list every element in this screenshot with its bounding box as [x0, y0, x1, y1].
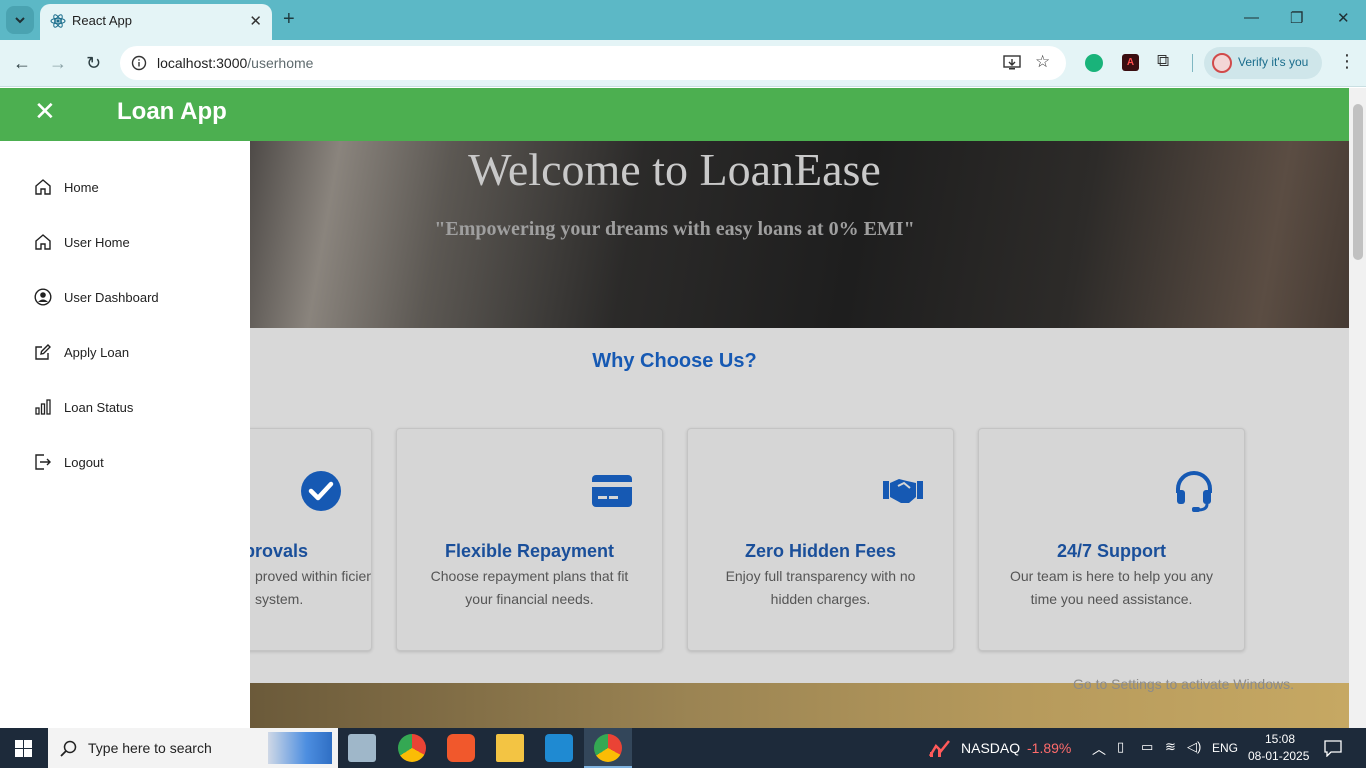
card-title: Zero Hidden Fees	[744, 541, 897, 561]
tab-react-app[interactable]: React App ✕	[40, 4, 272, 40]
sidebar: Home User Home User Dashboard Apply Loan…	[0, 141, 250, 728]
search-placeholder: Type here to search	[88, 740, 212, 756]
handshake-icon	[883, 479, 923, 503]
stock-name: NASDAQ	[961, 740, 1021, 756]
taskbar-brave-icon[interactable]	[447, 734, 475, 762]
notification-icon[interactable]	[1324, 740, 1342, 757]
volume-icon[interactable]: ◁)	[1187, 739, 1201, 755]
card-description: proved within ficient system.	[255, 568, 372, 607]
taskbar-active-app[interactable]	[584, 728, 632, 768]
new-tab-icon[interactable]: +	[283, 8, 295, 31]
hero-title: Welcome to LoanEase	[468, 144, 881, 195]
tray-chevron-up-icon[interactable]: ︿	[1092, 739, 1106, 759]
site-info-icon[interactable]	[131, 55, 147, 71]
taskbar-chrome-profile-icon	[594, 734, 622, 762]
check-circle-icon	[301, 471, 341, 511]
headset-icon	[1176, 471, 1212, 512]
sidebar-item-home[interactable]: Home	[34, 175, 234, 199]
bar-chart-icon	[35, 399, 51, 415]
verify-profile-button[interactable]: Verify it's you	[1204, 47, 1322, 79]
clock-date[interactable]: 08-01-2025	[1248, 749, 1309, 763]
feature-card-flexible-repayment: Flexible Repayment Choose repayment plan…	[396, 428, 663, 651]
card-title: 24/7 Support	[1056, 541, 1167, 561]
close-window-icon[interactable]: ✕	[1337, 9, 1350, 27]
tray-device-icon[interactable]: ▯	[1117, 739, 1124, 755]
wifi-icon[interactable]: ≋	[1165, 739, 1176, 755]
feature-card-support: 24/7 Support Our team is here to help yo…	[978, 428, 1245, 651]
more-menu-icon[interactable]: ⋮	[1338, 51, 1356, 72]
tab-title: React App	[72, 13, 132, 28]
hero-subtitle: "Empowering your dreams with easy loans …	[434, 218, 915, 240]
browser-toolbar: ← → ↻ localhost:3000/userhome ☆ A ⧉ Veri…	[0, 40, 1366, 87]
language-indicator[interactable]: ENG	[1212, 741, 1238, 755]
card-description: Choose repayment plans that fit your fin…	[430, 568, 629, 607]
browser-tab-bar: React App ✕ + — ❐ ✕	[0, 0, 1366, 40]
minimize-icon[interactable]: —	[1244, 9, 1259, 26]
home-icon	[35, 179, 51, 195]
tab-search-button[interactable]	[6, 6, 34, 34]
user-circle-icon	[34, 288, 52, 306]
search-icon	[60, 740, 77, 757]
stock-chart-icon	[928, 740, 950, 757]
sidebar-item-label: Logout	[64, 454, 104, 470]
taskbar-vscode-icon[interactable]	[545, 734, 573, 762]
chevron-down-icon	[15, 17, 25, 24]
app-header: ✕ Loan App	[0, 88, 1349, 141]
back-arrow-icon[interactable]: ←	[13, 53, 31, 74]
clock-time[interactable]: 15:08	[1265, 732, 1295, 746]
windows-activation-watermark: Go to Settings to activate Windows.	[1073, 676, 1294, 692]
address-bar[interactable]: localhost:3000/userhome ☆	[120, 46, 1066, 80]
page-content: ✕ Loan App Welcome to LoanEase "Empoweri…	[0, 88, 1349, 728]
hero-banner: Welcome to LoanEase "Empowering your dre…	[250, 141, 1349, 328]
sidebar-item-label: User Home	[64, 234, 130, 250]
verify-label: Verify it's you	[1238, 55, 1309, 69]
windows-start-icon[interactable]	[15, 740, 32, 757]
taskbar-chrome-icon[interactable]	[398, 734, 426, 762]
home-icon	[35, 234, 51, 250]
section-title: Why Choose Us?	[592, 350, 757, 372]
extension-adobe-icon[interactable]: A	[1122, 54, 1139, 71]
card-description: Our team is here to help you any time yo…	[1009, 568, 1214, 607]
sidebar-item-label: Apply Loan	[64, 344, 130, 360]
sidebar-item-label: Loan Status	[64, 399, 134, 415]
extension-green-icon[interactable]	[1085, 54, 1103, 72]
sidebar-item-loan-status[interactable]: Loan Status	[34, 395, 234, 419]
search-highlight-image	[268, 732, 332, 764]
react-logo-icon	[50, 14, 66, 28]
restore-icon[interactable]: ❐	[1290, 9, 1303, 27]
taskbar-notes-app-icon[interactable]	[348, 734, 376, 762]
scrollbar-thumb[interactable]	[1353, 104, 1363, 260]
sidebar-item-label: User Dashboard	[64, 289, 159, 305]
sidebar-item-logout[interactable]: Logout	[34, 450, 234, 474]
extensions-puzzle-icon[interactable]: ⧉	[1157, 51, 1169, 71]
toolbar-divider	[1192, 54, 1193, 72]
edit-icon	[35, 344, 51, 360]
install-app-icon[interactable]	[1003, 55, 1021, 71]
card-description: Enjoy full transparency with no hidden c…	[725, 568, 916, 607]
battery-icon[interactable]: ▭	[1141, 739, 1153, 755]
sidebar-item-apply-loan[interactable]: Apply Loan	[34, 340, 234, 364]
taskbar-file-explorer-icon[interactable]	[496, 734, 524, 762]
card-title: Flexible Repayment	[444, 541, 615, 561]
why-choose-section: Why Choose Us? provals proved within fic…	[105, 328, 1349, 683]
windows-taskbar: Type here to search NASDAQ -1.89% ︿ ▯ ▭ …	[0, 728, 1366, 768]
app-title: Loan App	[117, 98, 227, 125]
credit-card-icon	[592, 475, 632, 507]
logout-icon	[35, 454, 51, 470]
taskbar-search-box[interactable]: Type here to search	[48, 728, 338, 768]
close-tab-icon[interactable]: ✕	[249, 12, 262, 30]
stock-change: -1.89%	[1027, 740, 1072, 756]
sidebar-item-user-home[interactable]: User Home	[34, 230, 234, 254]
forward-arrow-icon[interactable]: →	[49, 53, 67, 74]
avatar	[1212, 53, 1232, 73]
sidebar-item-user-dashboard[interactable]: User Dashboard	[34, 285, 234, 309]
page-scrollbar[interactable]	[1349, 88, 1366, 728]
bookmark-star-icon[interactable]: ☆	[1035, 52, 1050, 72]
url-text: localhost:3000/userhome	[157, 55, 314, 71]
card-title: provals	[244, 541, 309, 561]
feature-card-zero-hidden-fees: Zero Hidden Fees Enjoy full transparency…	[687, 428, 954, 651]
sidebar-item-label: Home	[64, 179, 99, 195]
reload-icon[interactable]: ↻	[86, 53, 101, 74]
close-menu-icon[interactable]: ✕	[34, 96, 56, 127]
